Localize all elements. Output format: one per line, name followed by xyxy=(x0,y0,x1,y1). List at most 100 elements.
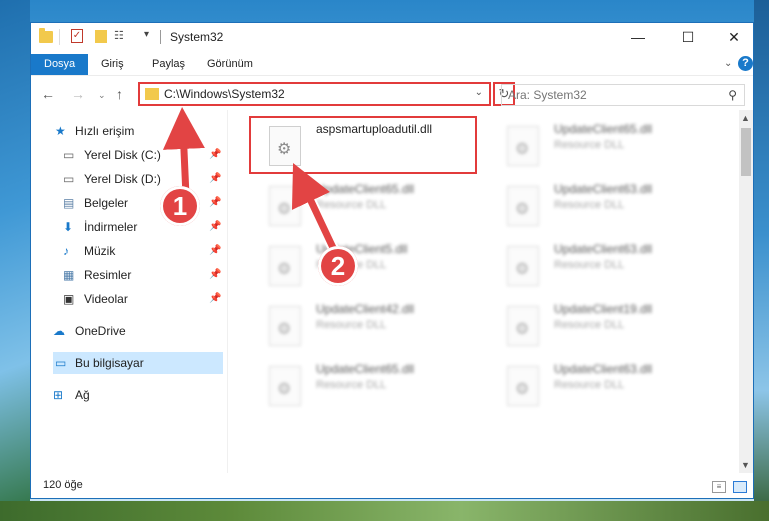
documents-icon: ▤ xyxy=(63,196,75,210)
sidebar-item-videos[interactable]: ▣ Videolar 📌 xyxy=(31,288,227,310)
maximize-button[interactable]: ☐ xyxy=(665,23,711,51)
sidebar-item-onedrive[interactable]: ☁ OneDrive xyxy=(31,320,227,342)
file-explorer-window: ✓ ☷ ▾ System32 — ☐ ✕ Dosya Giriş Paylaş … xyxy=(30,22,754,499)
file-type: Resource DLL xyxy=(316,379,387,391)
expand-ribbon-icon[interactable]: ⌄ xyxy=(724,58,732,69)
file-type: Resource DLL xyxy=(316,199,387,211)
file-type: Resource DLL xyxy=(554,319,625,331)
pin-icon[interactable]: 📌 xyxy=(209,288,221,310)
step-1-badge: 1 xyxy=(160,186,200,226)
desktop-wallpaper-right xyxy=(754,0,769,521)
scroll-up-icon[interactable]: ▲ xyxy=(741,113,750,123)
dll-file-icon xyxy=(507,186,539,226)
folder-icon xyxy=(39,28,53,43)
help-icon[interactable]: ? xyxy=(738,56,753,71)
tab-share[interactable]: Paylaş xyxy=(142,54,195,75)
sidebar-item-label: Videolar xyxy=(84,292,128,306)
dll-file-icon xyxy=(507,246,539,286)
videos-icon: ▣ xyxy=(63,292,75,306)
dll-file-icon xyxy=(269,246,301,286)
recent-locations-chevron-icon[interactable]: ⌄ xyxy=(98,90,106,101)
tab-view[interactable]: Görünüm xyxy=(197,54,263,75)
star-icon: ★ xyxy=(55,124,66,138)
file-item[interactable]: UpdateClient65.dll Resource DLL xyxy=(487,116,715,172)
details-view-icon[interactable]: ≡ xyxy=(712,481,726,493)
sidebar-item-label: OneDrive xyxy=(75,324,126,338)
file-item[interactable]: UpdateClient63.dll Resource DLL xyxy=(487,176,715,232)
search-input[interactable] xyxy=(508,87,708,103)
window-title: System32 xyxy=(170,30,224,44)
file-name: UpdateClient42.dll xyxy=(316,302,415,316)
sidebar-item-network[interactable]: ⊞ Ağ xyxy=(31,384,227,406)
file-type: Resource DLL xyxy=(554,259,625,271)
sidebar-item-label: Müzik xyxy=(84,244,116,258)
title-divider xyxy=(160,30,161,44)
sidebar-item-label: Resimler xyxy=(84,268,132,282)
navigation-pane: ★ Hızlı erişim ▭ Yerel Disk (C:) 📌 ▭ Yer… xyxy=(31,110,227,473)
cloud-icon: ☁ xyxy=(53,324,65,338)
file-item[interactable]: UpdateClient42.dll Resource DLL xyxy=(249,296,477,352)
search-icon[interactable]: ⚲ xyxy=(728,88,737,102)
tab-home[interactable]: Giriş xyxy=(91,54,134,75)
file-item[interactable]: UpdateClient5.dll Resource DLL xyxy=(249,236,477,292)
file-item[interactable]: UpdateClient65.dll Resource DLL xyxy=(249,176,477,232)
file-name: UpdateClient65.dll xyxy=(554,122,653,136)
pane-divider[interactable] xyxy=(227,110,228,473)
properties-check-icon[interactable]: ✓ xyxy=(71,29,83,43)
drive-icon: ▭ xyxy=(63,172,75,186)
pin-icon[interactable]: 📌 xyxy=(209,216,221,238)
large-icons-view-icon[interactable] xyxy=(733,481,747,493)
sidebar-item-drive-c[interactable]: ▭ Yerel Disk (C:) 📌 xyxy=(31,144,227,166)
file-name: UpdateClient65.dll xyxy=(316,362,415,376)
file-type: Resource DLL xyxy=(316,319,387,331)
sidebar-item-label: Yerel Disk (D:) xyxy=(84,172,161,186)
sidebar-item-label: İndirmeler xyxy=(84,220,138,234)
pin-icon[interactable]: 📌 xyxy=(209,144,221,166)
dll-file-icon xyxy=(269,186,301,226)
up-arrow-icon[interactable]: ↑ xyxy=(116,86,123,102)
file-name: UpdateClient65.dll xyxy=(316,182,415,196)
network-icon: ⊞ xyxy=(53,388,64,402)
quick-access-divider xyxy=(59,29,60,45)
file-item[interactable]: UpdateClient63.dll Resource DLL xyxy=(487,236,715,292)
quick-access-dropdown-icon[interactable]: ▾ xyxy=(144,29,149,45)
file-item[interactable]: UpdateClient63.dll Resource DLL xyxy=(487,356,715,412)
search-box[interactable]: ⚲ xyxy=(501,84,745,106)
item-count: 120 öğe xyxy=(43,479,83,491)
forward-arrow-icon[interactable]: → xyxy=(71,86,85,102)
address-dropdown-icon[interactable]: ⌄ xyxy=(475,87,483,98)
sidebar-item-label: Bu bilgisayar xyxy=(75,356,144,370)
pin-icon[interactable]: 📌 xyxy=(209,192,221,214)
status-bar: 120 öğe ≡ xyxy=(31,473,753,498)
sidebar-item-drive-d[interactable]: ▭ Yerel Disk (D:) 📌 xyxy=(31,168,227,190)
back-arrow-icon[interactable]: ← xyxy=(41,86,55,102)
desktop-wallpaper-left xyxy=(0,0,30,521)
sidebar-item-downloads[interactable]: ⬇ İndirmeler 📌 xyxy=(31,216,227,238)
file-item[interactable]: UpdateClient19.dll Resource DLL xyxy=(487,296,715,352)
scroll-thumb[interactable] xyxy=(741,128,751,176)
address-bar[interactable]: C:\Windows\System32 ⌄ xyxy=(138,82,491,106)
vertical-scrollbar[interactable]: ▲ ▼ xyxy=(739,110,753,473)
sidebar-item-this-pc[interactable]: ▭ Bu bilgisayar xyxy=(53,352,223,374)
tab-file[interactable]: Dosya xyxy=(31,54,89,75)
sidebar-item-quick-access[interactable]: ★ Hızlı erişim xyxy=(31,120,227,142)
view-list-icon[interactable]: ☷ xyxy=(114,30,128,43)
pin-icon[interactable]: 📌 xyxy=(209,240,221,262)
scroll-down-icon[interactable]: ▼ xyxy=(741,460,750,470)
sidebar-item-music[interactable]: ♪ Müzik 📌 xyxy=(31,240,227,262)
ribbon-tabs: Dosya Giriş Paylaş Görünüm ⌄ ? xyxy=(31,51,753,75)
pictures-icon: ▦ xyxy=(63,268,75,282)
dll-file-icon xyxy=(507,366,539,406)
pin-icon[interactable]: 📌 xyxy=(209,168,221,190)
minimize-button[interactable]: — xyxy=(615,23,661,51)
sidebar-item-pictures[interactable]: ▦ Resimler 📌 xyxy=(31,264,227,286)
file-item[interactable]: UpdateClient65.dll Resource DLL xyxy=(249,356,477,412)
file-name: UpdateClient63.dll xyxy=(554,182,653,196)
sidebar-item-label: Ağ xyxy=(75,388,90,402)
close-button[interactable]: ✕ xyxy=(711,23,757,51)
address-path: C:\Windows\System32 xyxy=(164,87,285,101)
pin-icon[interactable]: 📌 xyxy=(209,264,221,286)
desktop-wallpaper-bottom xyxy=(0,501,769,521)
step-2-badge: 2 xyxy=(318,246,358,286)
new-folder-icon[interactable] xyxy=(95,30,107,43)
